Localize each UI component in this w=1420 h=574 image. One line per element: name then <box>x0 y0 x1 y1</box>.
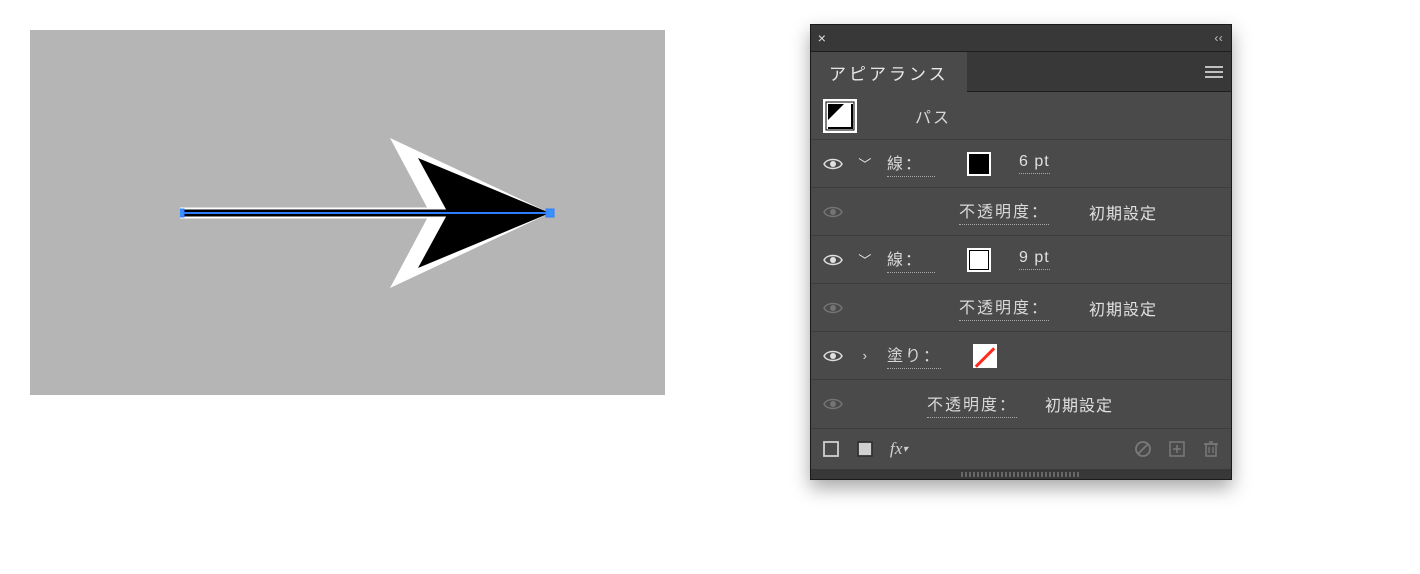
close-icon[interactable]: × <box>811 25 833 51</box>
opacity-label[interactable]: 不透明度： <box>959 294 1049 321</box>
new-fill-stroke-icon[interactable] <box>855 439 875 459</box>
visibility-toggle[interactable] <box>823 154 843 174</box>
delete-item-icon[interactable] <box>1201 439 1221 459</box>
stroke-weight-value[interactable]: 6 pt <box>1019 153 1050 174</box>
stroke-color-swatch[interactable] <box>967 152 991 176</box>
stroke-row-1[interactable]: ﹀ 線： 6 pt <box>811 140 1231 188</box>
appearance-panel: × ‹‹ アピアランス パス <box>810 24 1232 480</box>
collapse-icon[interactable]: ‹‹ <box>1193 31 1231 45</box>
appearance-list: パス ﹀ 線： 6 pt 不透明度： 初期設定 ﹀ 線： <box>811 92 1231 428</box>
visibility-toggle[interactable] <box>823 298 843 318</box>
stroke-label[interactable]: 線： <box>887 246 935 273</box>
visibility-toggle[interactable] <box>823 394 843 414</box>
object-type-label: パス <box>915 104 963 128</box>
visibility-toggle[interactable] <box>823 250 843 270</box>
stroke-2-opacity-row[interactable]: 不透明度： 初期設定 <box>811 284 1231 332</box>
fill-label[interactable]: 塗り： <box>887 342 941 369</box>
disclosure-icon[interactable]: ﹀ <box>857 154 873 173</box>
opacity-label[interactable]: 不透明度： <box>927 391 1017 418</box>
add-effect-icon[interactable]: fx▾ <box>889 439 909 459</box>
opacity-value[interactable]: 初期設定 <box>1089 296 1157 320</box>
opacity-value[interactable]: 初期設定 <box>1045 392 1113 416</box>
duplicate-item-icon[interactable] <box>1167 439 1187 459</box>
stroke-1-opacity-row[interactable]: 不透明度： 初期設定 <box>811 188 1231 236</box>
canvas-artboard[interactable] <box>30 30 665 395</box>
visibility-toggle[interactable] <box>823 346 843 366</box>
stroke-label[interactable]: 線： <box>887 150 935 177</box>
object-row[interactable]: パス <box>811 92 1231 140</box>
visibility-toggle[interactable] <box>823 202 843 222</box>
selected-arrow-path[interactable] <box>180 128 560 298</box>
resize-gripper[interactable] <box>811 469 1231 479</box>
clear-appearance-icon[interactable] <box>1133 439 1153 459</box>
fill-row[interactable]: › 塗り： <box>811 332 1231 380</box>
stroke-weight-value[interactable]: 9 pt <box>1019 249 1050 270</box>
disclosure-icon[interactable]: ﹀ <box>857 250 873 269</box>
opacity-value[interactable]: 初期設定 <box>1089 200 1157 224</box>
stroke-color-swatch[interactable] <box>967 248 991 272</box>
fill-color-swatch[interactable] <box>973 344 997 368</box>
panel-tabrow: アピアランス <box>811 52 1231 92</box>
root-opacity-row[interactable]: 不透明度： 初期設定 <box>811 380 1231 428</box>
tab-appearance[interactable]: アピアランス <box>811 52 967 92</box>
panel-titlebar[interactable]: × ‹‹ <box>811 25 1231 52</box>
disclosure-icon[interactable]: › <box>857 348 873 363</box>
panel-footer: fx▾ <box>811 428 1231 469</box>
panel-menu-icon[interactable] <box>1197 52 1231 92</box>
object-thumbnail <box>823 99 857 133</box>
opacity-label[interactable]: 不透明度： <box>959 198 1049 225</box>
stroke-row-2[interactable]: ﹀ 線： 9 pt <box>811 236 1231 284</box>
no-stroke-fill-icon[interactable] <box>821 439 841 459</box>
